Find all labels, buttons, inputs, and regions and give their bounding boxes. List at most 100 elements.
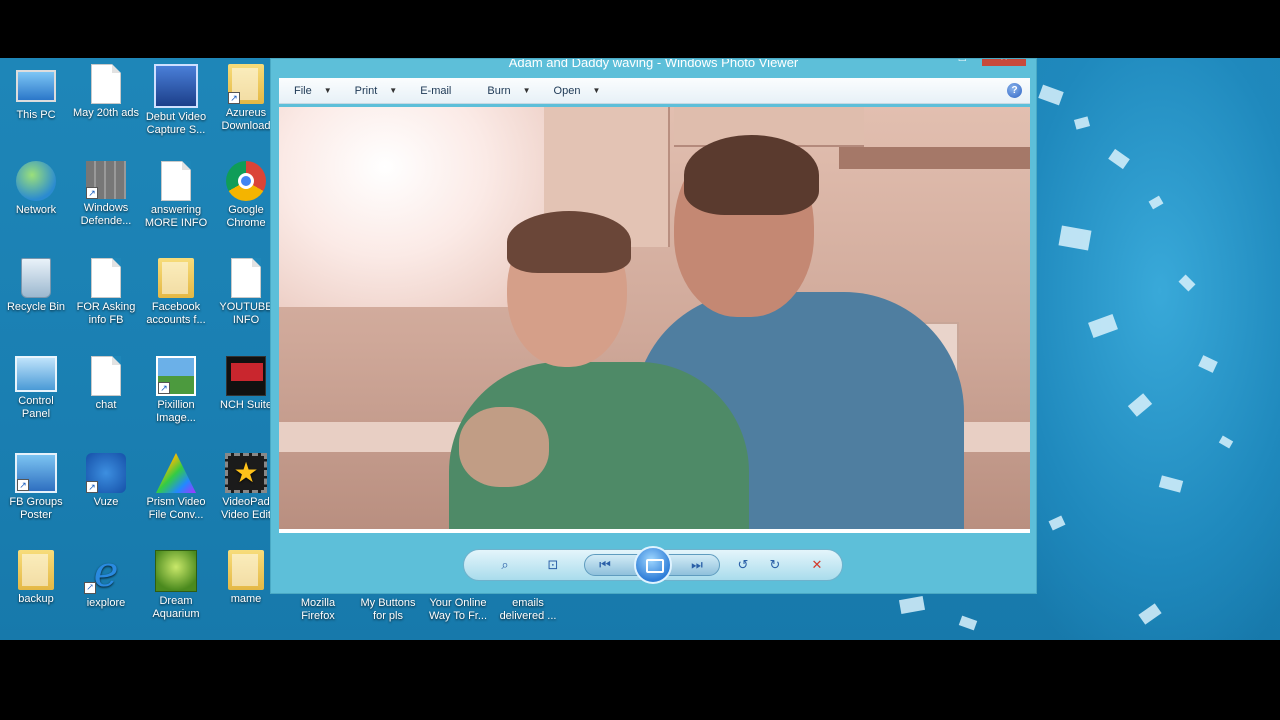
maximize-icon[interactable]: □ — [959, 59, 966, 66]
icon-label: Facebook accounts f... — [146, 301, 206, 326]
menu-email[interactable]: E-mail — [412, 85, 459, 97]
icon-label: FOR Asking info FB — [76, 301, 136, 326]
folder-icon — [18, 550, 54, 590]
icon-label: May 20th ads — [72, 107, 140, 119]
document-icon — [231, 258, 261, 298]
folder-icon — [228, 550, 264, 590]
icon-label: Recycle Bin — [6, 301, 66, 313]
control-panel-icon — [15, 356, 57, 392]
desktop-icon-vuze[interactable]: ↗ Vuze — [70, 453, 142, 509]
icon-label: Debut Video Capture S... — [145, 111, 207, 136]
rotate-counterclockwise-icon[interactable]: ↺ — [730, 554, 756, 576]
previous-icon[interactable]: ⏮ — [592, 554, 618, 576]
document-icon — [91, 64, 121, 104]
help-icon[interactable]: ? — [1007, 83, 1022, 98]
desktop-icon-network[interactable]: Network — [0, 161, 72, 217]
photo-layer — [839, 147, 1030, 169]
computer-icon — [16, 70, 56, 102]
icon-label: backup — [18, 593, 54, 605]
desktop-icon-my-buttons[interactable]: My Buttons for pls — [352, 597, 424, 623]
desktop-icon-emails-delivered[interactable]: emails delivered ... — [492, 597, 564, 623]
desktop-icon-dream-aquarium[interactable]: Dream Aquarium — [140, 550, 212, 621]
icon-label: answering MORE INFO — [144, 204, 208, 229]
menu-burn[interactable]: Burn ▼ — [479, 85, 538, 97]
icon-label: mame — [230, 593, 262, 605]
menu-bar: File ▼ Print ▼ E-mail Burn ▼ Open ▼ ? — [279, 78, 1030, 104]
desktop-icon-control-panel[interactable]: Control Panel — [0, 356, 72, 421]
desktop-icon-backup[interactable]: backup — [0, 550, 72, 606]
menu-file-label: File — [294, 84, 312, 97]
icon-label: emails delivered ... — [499, 597, 557, 622]
chrome-icon — [226, 161, 266, 201]
delete-icon[interactable]: ✕ — [804, 554, 830, 576]
menu-email-label: E-mail — [420, 84, 452, 97]
caption-buttons: – □ × — [936, 59, 1026, 66]
desktop-icon-windows-defender[interactable]: ↗ Windows Defende... — [70, 161, 142, 228]
desktop-icon-your-online-way[interactable]: Your Online Way To Fr... — [422, 597, 494, 623]
desktop-icon-answering-more-info[interactable]: answering MORE INFO — [140, 161, 212, 230]
desktop-icon-chat[interactable]: chat — [70, 356, 142, 412]
menu-open-label: Open — [553, 84, 581, 97]
fb-poster-icon: ↗ — [15, 453, 57, 493]
desktop-icon-iexplore[interactable]: e ↗ iexplore — [70, 550, 142, 610]
photo-layer — [684, 135, 819, 215]
wallpaper-shard — [958, 615, 978, 631]
chevron-down-icon: ▼ — [592, 86, 601, 95]
icon-label: Dream Aquarium — [152, 595, 200, 620]
prism-icon — [156, 453, 196, 493]
icon-label: Pixillion Image... — [156, 399, 196, 424]
desktop-icon-for-asking-info[interactable]: FOR Asking info FB — [70, 258, 142, 327]
next-icon[interactable]: ⏭ — [684, 554, 710, 576]
icon-label: My Buttons for pls — [360, 597, 416, 622]
desktop-icon-this-pc[interactable]: This PC — [0, 64, 72, 122]
icon-label: Your Online Way To Fr... — [428, 597, 488, 622]
icon-label: iexplore — [86, 597, 126, 609]
slideshow-button[interactable] — [634, 546, 672, 584]
videopad-icon: ★ — [225, 453, 267, 493]
photo-display — [279, 107, 1030, 533]
close-icon[interactable]: × — [982, 59, 1026, 66]
menu-open[interactable]: Open ▼ — [546, 85, 609, 97]
desktop-icon-prism-video[interactable]: Prism Video File Conv... — [140, 453, 212, 522]
defender-icon: ↗ — [86, 161, 126, 199]
folder-icon: ↗ — [228, 64, 264, 104]
desktop-icon-recycle-bin[interactable]: Recycle Bin — [0, 258, 72, 314]
menu-burn-label: Burn — [487, 84, 511, 97]
desktop-icon-pixillion[interactable]: ↗ Pixillion Image... — [140, 356, 212, 425]
icon-label: Windows Defende... — [80, 202, 132, 227]
icon-label: FB Groups Poster — [9, 496, 63, 521]
desktop-icon-debut-video[interactable]: Debut Video Capture S... — [140, 64, 212, 137]
icon-label: Vuze — [93, 496, 119, 508]
document-icon — [91, 356, 121, 396]
menu-print[interactable]: Print ▼ — [347, 85, 406, 97]
playback-control-bar: ⌕ ⊡ ⏮ ⏭ ↺ ↻ ✕ — [463, 546, 843, 584]
chevron-down-icon: ▼ — [389, 86, 398, 95]
zoom-icon[interactable]: ⌕ — [488, 554, 522, 576]
icon-label: Network — [15, 204, 57, 216]
icon-label: Prism Video File Conv... — [146, 496, 206, 521]
vuze-icon: ↗ — [86, 453, 126, 493]
desktop-icon-fb-groups-poster[interactable]: ↗ FB Groups Poster — [0, 453, 72, 522]
minimize-icon[interactable]: – — [936, 59, 943, 66]
rotate-clockwise-icon[interactable]: ↻ — [762, 554, 788, 576]
chevron-down-icon: ▼ — [522, 86, 531, 95]
photo-layer — [507, 211, 631, 273]
document-icon — [91, 258, 121, 298]
pixillion-icon: ↗ — [156, 356, 196, 396]
icon-label: chat — [95, 399, 117, 411]
video-capture-icon — [154, 64, 198, 108]
photo-viewer-window: Adam and Daddy waving - Windows Photo Vi… — [270, 58, 1037, 594]
desktop-icon-mozilla-firefox[interactable]: Mozilla Firefox — [282, 597, 354, 623]
title-bar[interactable]: Adam and Daddy waving - Windows Photo Vi… — [271, 59, 1036, 77]
icon-label: Mozilla Firefox — [300, 597, 336, 622]
chevron-down-icon: ▼ — [323, 86, 332, 95]
aquarium-icon — [155, 550, 197, 592]
menu-file[interactable]: File ▼ — [286, 85, 340, 97]
photo-layer — [459, 407, 549, 487]
nch-icon — [226, 356, 266, 396]
desktop-icon-facebook-accounts[interactable]: Facebook accounts f... — [140, 258, 212, 327]
wallpaper-shard — [898, 596, 926, 614]
desktop-icon-may-20th-ads[interactable]: May 20th ads — [70, 64, 142, 120]
actual-size-icon[interactable]: ⊡ — [540, 554, 566, 576]
window-title: Adam and Daddy waving - Windows Photo Vi… — [508, 59, 799, 70]
